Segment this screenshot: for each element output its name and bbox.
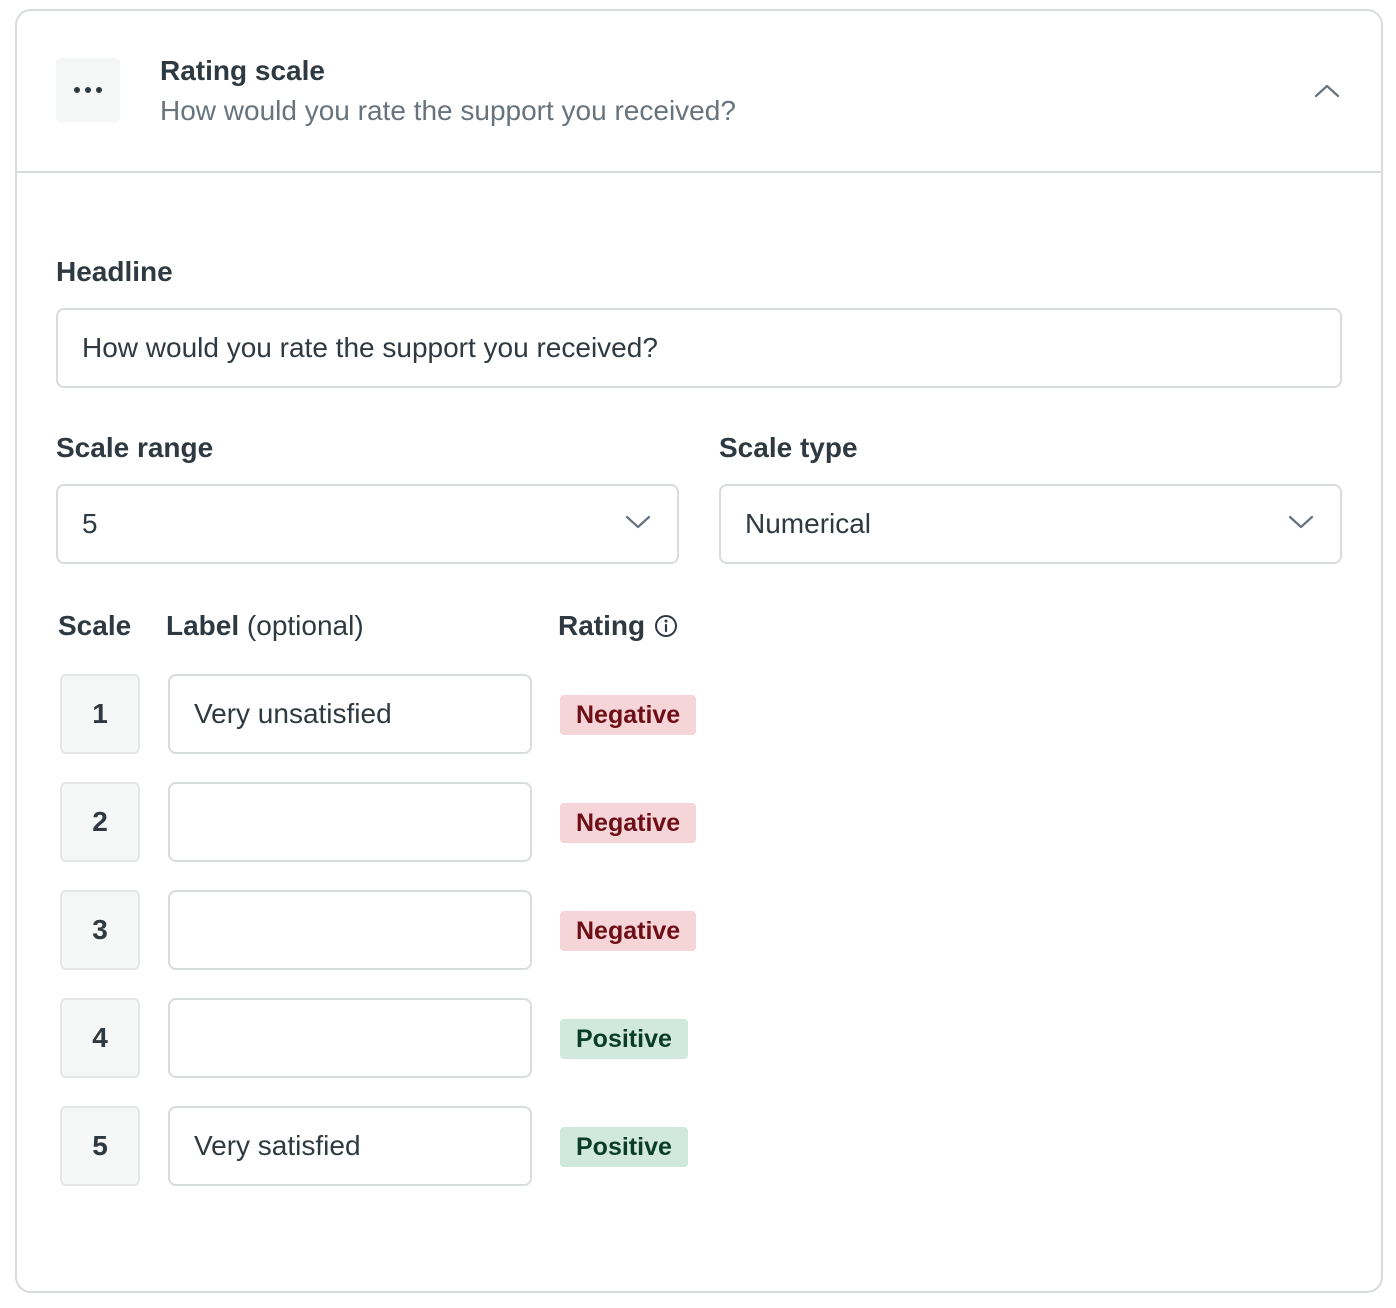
rating-badge: Negative (560, 803, 697, 843)
scale-range-value: 5 (82, 508, 98, 539)
scale-label-input[interactable] (168, 1106, 532, 1186)
chevron-up-icon (1314, 84, 1340, 98)
chevron-down-icon (1288, 515, 1314, 529)
scale-range-label: Scale range (56, 432, 214, 463)
scale-range-select[interactable]: 5 (56, 484, 679, 564)
rating-column-header: Rating (558, 610, 646, 641)
scale-number: 2 (60, 782, 140, 862)
drag-handle[interactable] (56, 58, 120, 122)
headline-label: Headline (56, 256, 173, 287)
collapse-button[interactable] (1307, 73, 1347, 109)
info-icon[interactable] (654, 614, 678, 638)
scale-label-input[interactable] (168, 890, 532, 970)
scale-label-input[interactable] (168, 782, 532, 862)
rating-scale-card: Rating scale How would you rate the supp… (15, 9, 1383, 1293)
scale-number: 3 (60, 890, 140, 970)
rating-badge: Negative (560, 695, 697, 735)
rating-badge: Positive (560, 1019, 688, 1059)
card-title: Rating scale (160, 55, 325, 86)
scale-label-input[interactable] (168, 998, 532, 1078)
scale-number: 5 (60, 1106, 140, 1186)
scale-column-header: Scale (58, 610, 132, 641)
label-column-hint: (optional) (246, 610, 364, 641)
label-column-header: Label (optional) (166, 610, 364, 642)
card-header[interactable]: Rating scale How would you rate the supp… (17, 11, 1381, 173)
label-column-title: Label (166, 610, 240, 641)
scale-type-select[interactable]: Numerical (719, 484, 1342, 564)
scale-number: 1 (60, 674, 140, 754)
rating-badge: Positive (560, 1127, 688, 1167)
scale-number: 4 (60, 998, 140, 1078)
rating-badge: Negative (560, 911, 697, 951)
headline-input[interactable] (56, 308, 1342, 388)
more-horizontal-icon (74, 87, 102, 93)
card-subtitle: How would you rate the support you recei… (160, 95, 736, 126)
scale-type-value: Numerical (745, 508, 872, 539)
scale-label-input[interactable] (168, 674, 532, 754)
chevron-down-icon (625, 515, 651, 529)
scale-type-label: Scale type (719, 432, 858, 463)
